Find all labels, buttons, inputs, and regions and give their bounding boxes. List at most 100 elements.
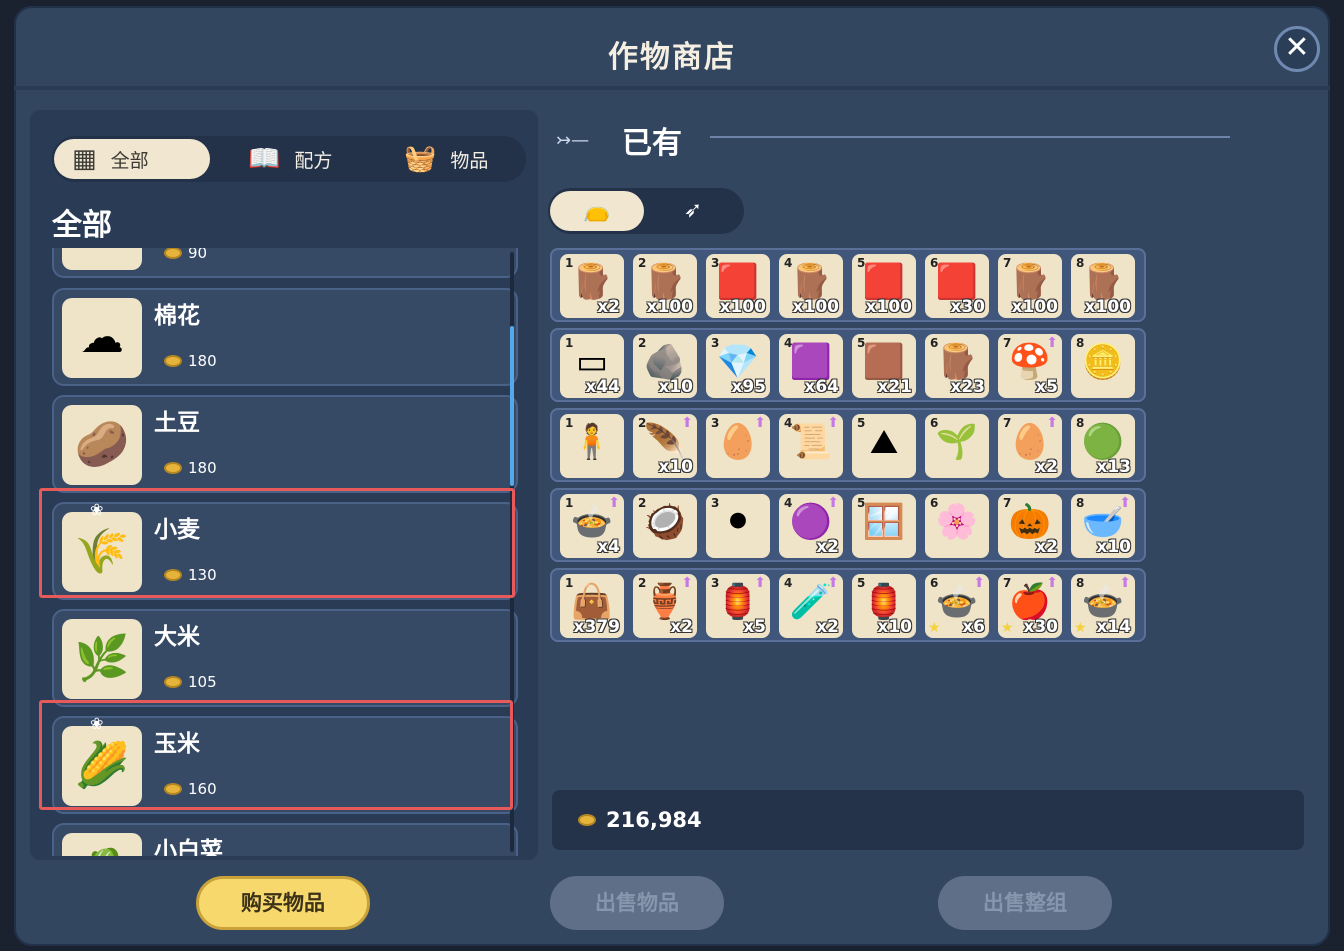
upgrade-arrow-icon: ⬆ [608,495,620,511]
list-item[interactable]: ☁ 棉花 180 [52,288,518,386]
inventory-slot[interactable]: 🪨 2 x10 [633,334,697,398]
list-item[interactable]: 🌿 大米 105 [52,609,518,707]
inventory-slot[interactable]: 🏮 3 x5 ⬆ [706,574,770,638]
inventory-slot[interactable]: 🌸 6 [925,494,989,558]
inventory-slot[interactable]: ⛰ 5 [852,414,916,478]
inventory-slot[interactable]: 🪵 7 x100 [998,254,1062,318]
inventory-slot[interactable]: 🪵 8 x100 [1071,254,1135,318]
slot-number: 1 [565,256,574,270]
slot-number: 6 [930,336,939,350]
inventory-slot[interactable]: 🪶 2 x10 ⬆ [633,414,697,478]
slot-number: 3 [711,576,720,590]
slot-quantity: x5 [743,617,766,637]
inventory-slot[interactable]: 🟢 8 x13 [1071,414,1135,478]
slot-number: 5 [857,496,866,510]
slot-number: 7 [1003,336,1012,350]
inventory-slot[interactable]: 🪵 2 x100 [633,254,697,318]
slot-quantity: x2 [816,617,839,637]
inventory-slot[interactable]: 👜 1 x379 [560,574,624,638]
slot-quantity: x100 [646,297,693,317]
list-item[interactable]: 🥬 小白菜 [52,823,518,856]
inventory-toggle: 👝 ➶ [548,188,744,234]
sell-item-button[interactable]: 出售物品 [550,876,724,930]
inventory-slot[interactable]: 🌱 6 [925,414,989,478]
inventory-slot[interactable]: 🪵 4 x100 [779,254,843,318]
tab-all[interactable]: ▦ 全部 [54,139,210,179]
slot-quantity: x30 [950,297,985,317]
slot-quantity: x2 [597,297,620,317]
inventory-slot[interactable]: 🍲 8 x14 ⬆ ★ [1071,574,1135,638]
cotton-icon: ☁ [62,298,142,378]
item-name: 土豆 [154,410,200,436]
inventory-slot[interactable]: 📜 4 ⬆ [779,414,843,478]
item-icon: 🟢 [1081,422,1125,462]
rice-icon: 🌿 [62,619,142,699]
inventory-slot[interactable]: ⚫ 3 [706,494,770,558]
inventory-slot[interactable]: 🥣 8 x10 ⬆ [1071,494,1135,558]
item-icon: 🪵 [1081,262,1125,302]
window-title: 作物商店 [608,40,736,75]
slot-number: 6 [930,256,939,270]
slot-quantity: x379 [573,617,620,637]
item-icon: 🪨 [643,342,687,382]
inventory-slot[interactable]: 🥚 7 x2 ⬆ [998,414,1062,478]
item-thumbnail [62,248,142,270]
inventory-slot[interactable]: 🧪 4 x2 ⬆ [779,574,843,638]
inventory-slot[interactable]: 🥥 2 [633,494,697,558]
inventory-slot[interactable]: 🟫 5 x21 [852,334,916,398]
inventory-slot[interactable]: 🪵 6 x23 [925,334,989,398]
slot-number: 1 [565,416,574,430]
item-icon: 🪵 [1008,262,1052,302]
inventory-slot[interactable]: 🥚 3 ⬆ [706,414,770,478]
item-icon: 🪶 [643,422,687,462]
slot-quantity: x10 [1096,537,1131,557]
scrollbar-thumb[interactable] [510,326,514,486]
list-item[interactable]: 🥔 土豆 180 [52,395,518,493]
inventory-slot[interactable]: 🏺 2 x2 ⬆ [633,574,697,638]
slot-quantity: x5 [1035,377,1058,397]
item-icon: 🟥 [716,262,760,302]
feather-icon[interactable]: ➶ [646,191,740,231]
highlight-box [39,700,513,810]
inventory-slot[interactable]: 🪵 1 x2 [560,254,624,318]
item-icon: 🍲 [570,502,614,542]
inventory-slot[interactable]: 🎃 7 x2 [998,494,1062,558]
close-icon[interactable]: ✕ [1274,26,1320,72]
inventory-slot[interactable]: 🪙 8 [1071,334,1135,398]
item-icon: 🪵 [789,262,833,302]
coin-icon [164,676,182,688]
buy-button[interactable]: 购买物品 [196,876,370,930]
inventory-slot[interactable]: 🪟 5 [852,494,916,558]
inventory-slot[interactable]: 🟣 4 x2 ⬆ [779,494,843,558]
inventory-row: ▭ 1 x44 🪨 2 x10 💎 3 x95 🟪 4 x64 🟫 5 x21 🪵 6 x23 🍄 7 x5 ⬆ 🪙 8 [550,328,1146,402]
tab-items[interactable]: 🧺 物品 [386,139,526,179]
slot-number: 6 [930,576,939,590]
inventory-slot[interactable]: ▭ 1 x44 [560,334,624,398]
inventory-slot[interactable]: 🍄 7 x5 ⬆ [998,334,1062,398]
sell-stack-button[interactable]: 出售整组 [938,876,1112,930]
inventory-slot[interactable]: 🧍 1 [560,414,624,478]
inventory-slot[interactable]: 🍲 1 x4 ⬆ [560,494,624,558]
inventory-slot[interactable]: 🍎 7 x30 ⬆ ★ [998,574,1062,638]
inventory-slot[interactable]: 🟥 5 x100 [852,254,916,318]
slot-number: 5 [857,416,866,430]
bag-icon[interactable]: 👝 [550,191,644,231]
item-icon: 🏺 [643,582,687,622]
slot-quantity: x100 [1011,297,1058,317]
list-item[interactable]: 90 [52,248,518,278]
slot-number: 7 [1003,576,1012,590]
tab-recipes[interactable]: 📖 配方 [230,139,370,179]
item-icon: ▭ [575,342,609,382]
upgrade-arrow-icon: ⬆ [827,415,839,431]
inventory-slot[interactable]: 🟥 3 x100 [706,254,770,318]
slot-number: 3 [711,416,720,430]
slot-number: 8 [1076,496,1085,510]
inventory-slot[interactable]: 🟪 4 x64 [779,334,843,398]
inventory-slot[interactable]: 🍲 6 x6 ⬆ ★ [925,574,989,638]
inventory-slot[interactable]: 💎 3 x95 [706,334,770,398]
slot-number: 2 [638,336,647,350]
inventory-slot[interactable]: 🟥 6 x30 [925,254,989,318]
slot-quantity: x95 [731,377,766,397]
upgrade-arrow-icon: ⬆ [681,575,693,591]
inventory-slot[interactable]: 🏮 5 x10 [852,574,916,638]
